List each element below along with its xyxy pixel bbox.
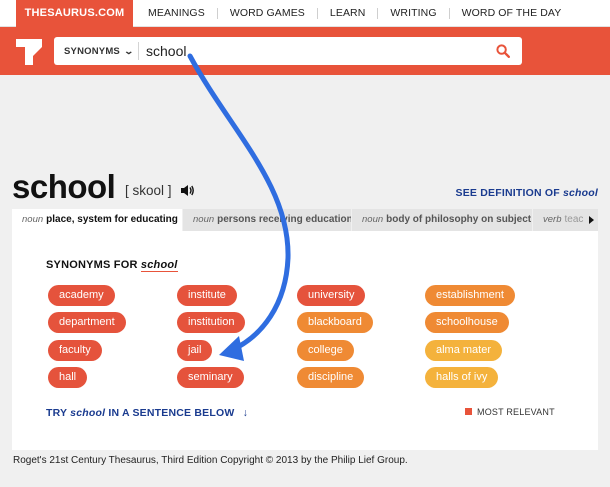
copyright-notice: Roget's 21st Century Thesaurus, Third Ed… [13,455,408,466]
synonym-department[interactable]: department [48,312,126,333]
tab-body-of-philosophy[interactable]: noun body of philosophy on subject [352,209,532,231]
synonym-institution[interactable]: institution [177,312,246,333]
synonym-seminary[interactable]: seminary [177,367,244,388]
tab-teach[interactable]: verb teach [533,209,591,231]
synonym-faculty[interactable]: faculty [48,340,102,361]
arrow-down-icon: ↓ [242,407,249,419]
tab-persons-receiving-education[interactable]: noun persons receiving education [183,209,351,231]
search-divider [138,42,139,60]
search-icon[interactable] [496,44,510,58]
chevron-right-icon [589,216,594,224]
synonym-alma-mater[interactable]: alma mater [425,340,503,361]
legend-swatch [465,408,472,415]
synonyms-dropdown-label: SYNONYMS [64,46,120,57]
see-definition-word: school [562,187,598,199]
synonyms-panel: SYNONYMS FOR school academy department f… [12,231,598,450]
try-prefix: TRY [46,407,68,419]
try-word: school [70,407,106,419]
synonym-jail[interactable]: jail [177,340,213,361]
tab-pos: noun [193,214,215,225]
nav-links: MEANINGS WORD GAMES LEARN WRITING WORD O… [136,0,573,27]
top-navigation: THESAURUS.COM MEANINGS WORD GAMES LEARN … [0,0,610,27]
synonym-discipline[interactable]: discipline [297,367,365,388]
synonyms-dropdown[interactable]: SYNONYMS ⌄ [64,37,135,65]
synonym-academy[interactable]: academy [48,285,115,306]
tab-def: body of philosophy on subject [386,214,532,225]
nav-word-games[interactable]: WORD GAMES [218,8,318,19]
tab-pos: verb [543,214,562,225]
synonym-college[interactable]: college [297,340,354,361]
see-definition-prefix: SEE DEFINITION OF [455,187,560,199]
synonym-establishment[interactable]: establishment [425,285,515,306]
synonym-hall[interactable]: hall [48,367,88,388]
synonym-halls-of-ivy[interactable]: halls of ivy [425,367,499,388]
synonyms-heading: SYNONYMS FOR school [46,259,178,272]
search-input[interactable] [146,40,476,62]
thesaurus-logo-icon[interactable] [16,39,42,65]
speaker-icon[interactable] [180,183,195,198]
tabs-scroll-right-button[interactable] [584,209,598,231]
nav-word-of-the-day[interactable]: WORD OF THE DAY [450,8,574,19]
synonyms-heading-word: school [140,259,178,272]
synonym-university[interactable]: university [297,285,366,306]
nav-writing[interactable]: WRITING [378,8,450,19]
chevron-down-icon: ⌄ [123,46,135,56]
nav-learn[interactable]: LEARN [318,8,379,19]
tab-def: place, system for educating [46,214,178,225]
tab-place-system-for-educating[interactable]: noun place, system for educating [12,209,182,231]
brand-logo-link[interactable]: THESAURUS.COM [16,0,133,27]
synonym-blackboard[interactable]: blackboard [297,312,373,333]
pronunciation: [ skool ] [125,183,172,198]
nav-meanings[interactable]: MEANINGS [136,8,218,19]
try-suffix: IN A SENTENCE BELOW [108,407,235,419]
see-definition-link[interactable]: SEE DEFINITION OF school [456,187,599,199]
headword: school [12,168,116,205]
sense-tabs: noun place, system for educating noun pers… [12,209,598,231]
relevance-legend: MOST RELEVANT [465,407,555,417]
synonym-institute[interactable]: institute [177,285,237,306]
tab-def: persons receiving education [217,214,351,225]
try-in-sentence-link[interactable]: TRY school IN A SENTENCE BELOW ↓ [46,407,248,419]
synonyms-heading-prefix: SYNONYMS FOR [46,259,138,271]
tab-pos: noun [22,214,44,225]
synonym-schoolhouse[interactable]: schoolhouse [425,312,509,333]
legend-label: MOST RELEVANT [477,407,555,417]
search-band: SYNONYMS ⌄ [0,27,610,75]
tab-pos: noun [362,214,384,225]
search-box: SYNONYMS ⌄ [54,37,522,65]
